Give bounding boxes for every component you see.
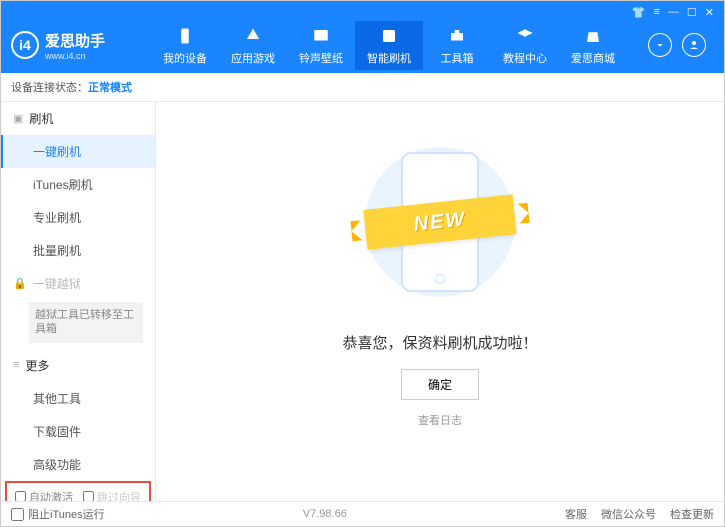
download-button[interactable]: [648, 33, 672, 57]
sidebar-section-more[interactable]: ≡ 更多: [1, 349, 155, 382]
nav-apps[interactable]: 应用游戏: [219, 21, 287, 70]
nav-flash[interactable]: 智能刷机: [355, 21, 423, 70]
nav-store[interactable]: 爱思商城: [559, 21, 627, 70]
tools-icon: [446, 25, 468, 47]
status-bar: 设备连接状态： 正常模式: [1, 73, 724, 102]
sidebar-item-pro[interactable]: 专业刷机: [1, 201, 155, 234]
sidebar: ▣ 刷机 一键刷机 iTunes刷机 专业刷机 批量刷机 🔒 一键越狱 越狱工具…: [1, 102, 156, 501]
footer: 阻止iTunes运行 V7.98.66 客服 微信公众号 检查更新: [1, 501, 724, 526]
status-value: 正常模式: [88, 79, 132, 95]
footer-link-wechat[interactable]: 微信公众号: [601, 506, 656, 522]
status-label: 设备连接状态：: [11, 79, 88, 95]
block-itunes-input[interactable]: [11, 508, 24, 521]
store-icon: [582, 25, 604, 47]
main-nav: 我的设备 应用游戏 铃声壁纸 智能刷机 工具箱: [151, 21, 648, 70]
footer-link-update[interactable]: 检查更新: [670, 506, 714, 522]
nav-my-device[interactable]: 我的设备: [151, 21, 219, 70]
app-site: www.i4.cn: [45, 51, 105, 61]
skip-setup-input[interactable]: [83, 491, 94, 501]
apps-icon: [242, 25, 264, 47]
nav-media[interactable]: 铃声壁纸: [287, 21, 355, 70]
nav-tutorial[interactable]: 教程中心: [491, 21, 559, 70]
sidebar-section-jailbreak: 🔒 一键越狱: [1, 267, 155, 300]
success-illustration: NEW: [340, 132, 540, 312]
success-message: 恭喜您，保资料刷机成功啦！: [342, 332, 537, 353]
maximize-icon[interactable]: ☐: [687, 6, 697, 19]
sidebar-item-advanced[interactable]: 高级功能: [1, 448, 155, 481]
menu-icon[interactable]: ≡: [653, 6, 659, 18]
user-button[interactable]: [682, 33, 706, 57]
nav-tools[interactable]: 工具箱: [423, 21, 491, 70]
main-content: NEW 恭喜您，保资料刷机成功啦！ 确定 查看日志: [156, 102, 724, 501]
media-icon: [310, 25, 332, 47]
lock-icon: 🔒: [13, 277, 27, 290]
checkbox-block-itunes[interactable]: 阻止iTunes运行: [11, 506, 105, 522]
footer-link-support[interactable]: 客服: [565, 506, 587, 522]
version-label: V7.98.66: [303, 508, 347, 520]
view-log-link[interactable]: 查看日志: [418, 412, 462, 428]
tutorial-icon: [514, 25, 536, 47]
sidebar-item-batch[interactable]: 批量刷机: [1, 234, 155, 267]
sidebar-jailbreak-note: 越狱工具已转移至工具箱: [29, 302, 143, 343]
auto-activate-input[interactable]: [15, 491, 26, 501]
sidebar-item-download-fw[interactable]: 下载固件: [1, 415, 155, 448]
minimize-icon[interactable]: —: [668, 6, 679, 18]
sidebar-section-flash[interactable]: ▣ 刷机: [1, 102, 155, 135]
app-name: 爱思助手: [45, 30, 105, 51]
flash-section-icon: ▣: [13, 112, 23, 125]
more-section-icon: ≡: [13, 359, 19, 371]
app-logo: i4 爱思助手 www.i4.cn: [11, 30, 151, 61]
close-icon[interactable]: ✕: [705, 6, 714, 19]
skin-icon[interactable]: 👕: [632, 6, 646, 19]
logo-icon: i4: [11, 31, 39, 59]
checkbox-auto-activate[interactable]: 自动激活: [15, 489, 73, 501]
flash-icon: [378, 25, 400, 47]
sidebar-item-oneclick[interactable]: 一键刷机: [1, 135, 155, 168]
device-icon: [174, 25, 196, 47]
checkbox-skip-setup[interactable]: 跳过向导: [83, 489, 141, 501]
ok-button[interactable]: 确定: [401, 369, 479, 400]
sidebar-item-other-tools[interactable]: 其他工具: [1, 382, 155, 415]
sidebar-item-itunes[interactable]: iTunes刷机: [1, 168, 155, 201]
highlighted-options: 自动激活 跳过向导: [5, 481, 151, 501]
